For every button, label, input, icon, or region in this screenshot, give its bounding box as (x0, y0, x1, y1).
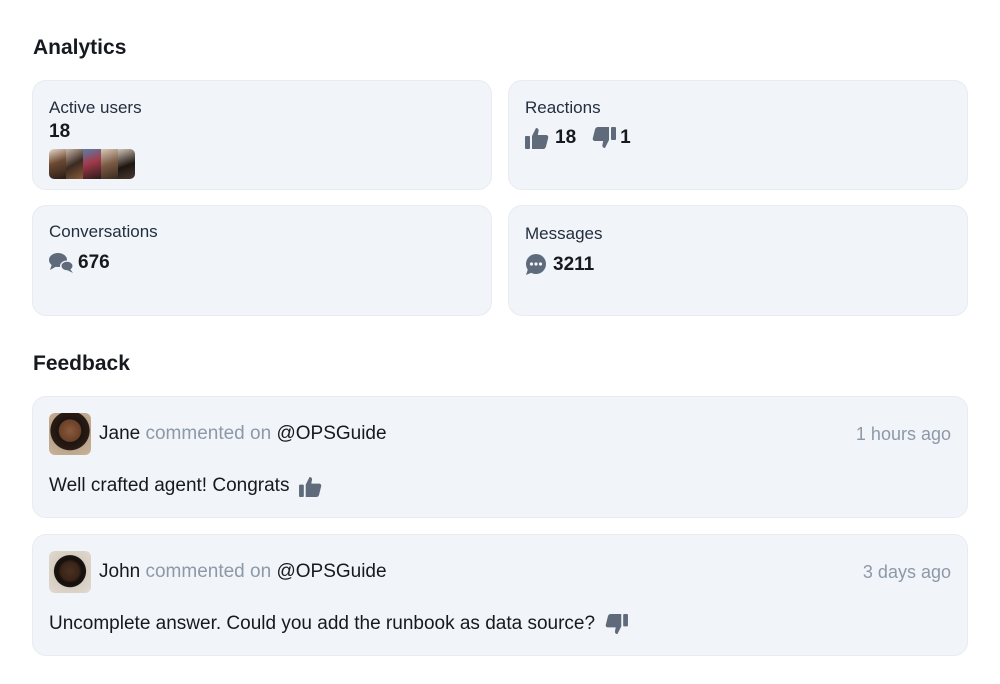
avatar[interactable] (49, 551, 91, 593)
dislikes-count: 1 (620, 127, 631, 148)
feedback-item: John commented on @OPSGuide 3 days ago U… (32, 534, 968, 656)
thumbs-up-icon (299, 476, 322, 497)
feedback-text: Well crafted agent! Congrats (49, 475, 290, 496)
message-bubble-icon (525, 254, 547, 276)
likes-count: 18 (555, 127, 577, 148)
feedback-target[interactable]: @OPSGuide (276, 561, 386, 582)
thumbs-down-icon (592, 127, 617, 149)
feedback-target[interactable]: @OPSGuide (276, 423, 386, 444)
active-users-avatars[interactable] (49, 149, 135, 179)
feedback-heading: Feedback (33, 352, 130, 375)
thumbs-down-icon (605, 613, 629, 635)
avatar (117, 149, 135, 179)
feedback-action: commented on (145, 423, 272, 444)
analytics-heading: Analytics (33, 36, 127, 59)
feedback-item: Jane commented on @OPSGuide 1 hours ago … (32, 396, 968, 518)
feedback-timestamp: 1 hours ago (855, 424, 951, 444)
feedback-user[interactable]: Jane (99, 423, 140, 444)
conversations-value: 676 (78, 252, 110, 273)
avatar (49, 149, 67, 179)
reactions-card: Reactions 18 1 (508, 80, 968, 190)
messages-label: Messages (525, 224, 603, 243)
active-users-value: 18 (49, 121, 71, 142)
conversations-card: Conversations 676 (32, 205, 492, 316)
active-users-label: Active users (49, 98, 142, 117)
feedback-user[interactable]: John (99, 561, 140, 582)
chat-bubbles-icon (49, 252, 75, 274)
messages-card: Messages 3211 (508, 205, 968, 316)
active-users-card: Active users 18 (32, 80, 492, 190)
feedback-text: Uncomplete answer. Could you add the run… (49, 613, 596, 634)
feedback-action: commented on (145, 561, 272, 582)
avatar[interactable] (49, 413, 91, 455)
avatar (100, 149, 118, 179)
reactions-label: Reactions (525, 98, 601, 117)
messages-value: 3211 (553, 254, 595, 275)
conversations-label: Conversations (49, 222, 158, 241)
feedback-header: John commented on @OPSGuide (99, 561, 387, 583)
thumbs-up-icon (525, 127, 549, 149)
feedback-timestamp: 3 days ago (862, 562, 951, 582)
feedback-header: Jane commented on @OPSGuide (99, 423, 387, 445)
avatar (83, 149, 101, 179)
avatar (66, 149, 84, 179)
